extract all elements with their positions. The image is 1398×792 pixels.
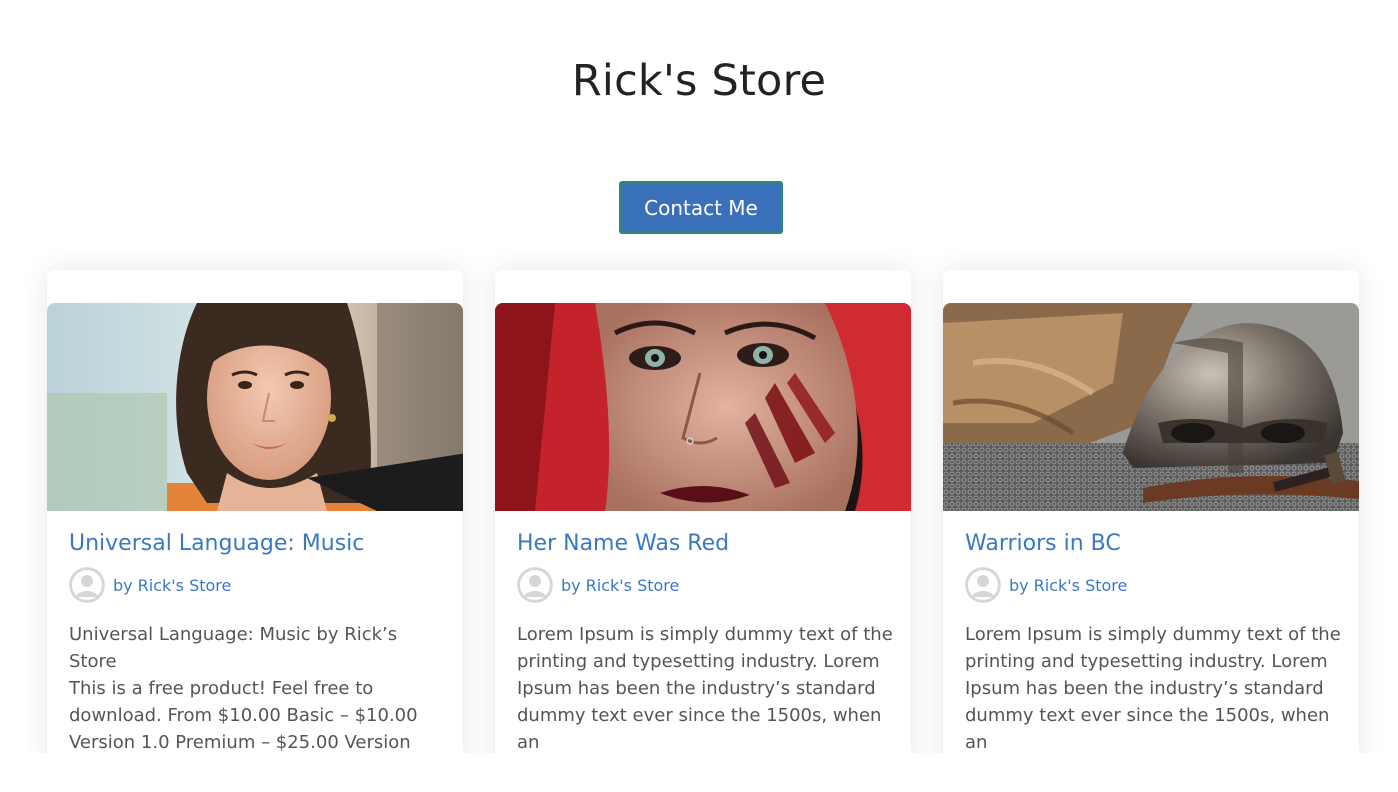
card-excerpt: Lorem Ipsum is simply dummy text of the … bbox=[517, 624, 893, 770]
author-row: by Rick's Store bbox=[69, 567, 445, 603]
avatar-icon bbox=[965, 567, 1001, 603]
card-title[interactable]: Universal Language: Music bbox=[69, 531, 445, 557]
product-image[interactable] bbox=[943, 303, 1359, 511]
author-link[interactable]: Rick's Store bbox=[1034, 576, 1128, 595]
product-grid: Universal Language: Music by Rick's Stor… bbox=[47, 270, 1359, 770]
author-link[interactable]: Rick's Store bbox=[586, 576, 680, 595]
author-prefix: by bbox=[1009, 575, 1029, 595]
product-card: Her Name Was Red by Rick's Store Lorem I… bbox=[495, 270, 911, 770]
product-card: Warriors in BC by Rick's Store Lorem Ips… bbox=[943, 270, 1359, 770]
card-body: Universal Language: Music by Rick's Stor… bbox=[69, 511, 445, 770]
page-bottom-edge bbox=[0, 753, 1398, 792]
product-image[interactable] bbox=[495, 303, 911, 511]
avatar-icon bbox=[517, 567, 553, 603]
author-prefix: by bbox=[561, 575, 581, 595]
card-excerpt: Universal Language: Music by Rick’s Stor… bbox=[69, 624, 418, 770]
author-row: by Rick's Store bbox=[517, 567, 893, 603]
product-image[interactable] bbox=[47, 303, 463, 511]
card-body: Warriors in BC by Rick's Store Lorem Ips… bbox=[965, 511, 1341, 770]
card-excerpt: Lorem Ipsum is simply dummy text of the … bbox=[965, 624, 1341, 770]
product-card: Universal Language: Music by Rick's Stor… bbox=[47, 270, 463, 770]
page-title: Rick's Store bbox=[571, 56, 827, 106]
card-title[interactable]: Warriors in BC bbox=[965, 531, 1341, 557]
avatar-icon bbox=[69, 567, 105, 603]
author-link[interactable]: Rick's Store bbox=[138, 576, 232, 595]
card-title[interactable]: Her Name Was Red bbox=[517, 531, 893, 557]
author-prefix: by bbox=[113, 575, 133, 595]
contact-me-button[interactable]: Contact Me bbox=[619, 181, 783, 234]
page: Rick's Store Contact Me Universal Langua… bbox=[0, 0, 1398, 792]
card-body: Her Name Was Red by Rick's Store Lorem I… bbox=[517, 511, 893, 770]
author-row: by Rick's Store bbox=[965, 567, 1341, 603]
